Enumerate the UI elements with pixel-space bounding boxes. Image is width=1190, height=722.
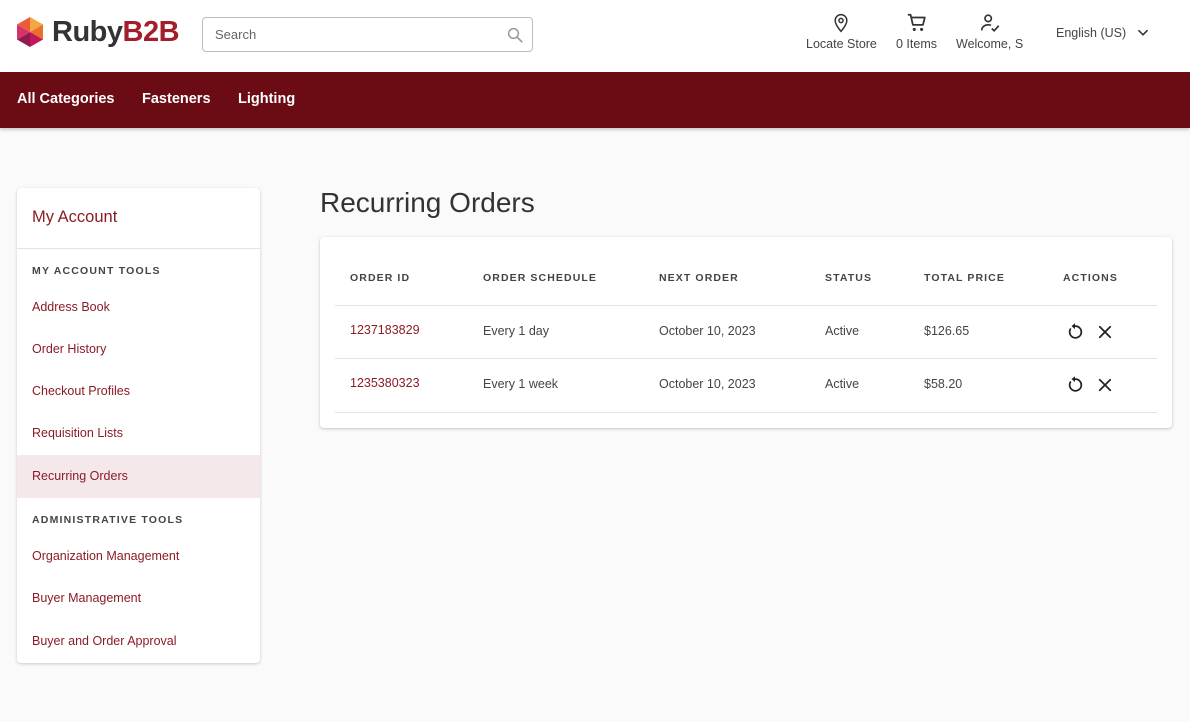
nav-all-categories[interactable]: All Categories (17, 91, 115, 107)
next-order-date: October 10, 2023 (659, 324, 756, 338)
category-nav: All Categories Fasteners Lighting (0, 72, 1190, 128)
cart-icon (907, 13, 926, 31)
col-header-actions: ACTIONS (1063, 272, 1118, 284)
reorder-button[interactable] (1063, 320, 1087, 344)
sidebar-item-buyer-order-approval[interactable]: Buyer and Order Approval (17, 620, 260, 662)
order-schedule: Every 1 day (483, 324, 550, 338)
welcome-label: Welcome, S (956, 37, 1024, 51)
logo-text: RubyB2B (52, 16, 180, 48)
recurring-orders-table: ORDER ID ORDER SCHEDULE NEXT ORDER STATU… (320, 237, 1172, 428)
search-icon[interactable] (506, 26, 524, 44)
search-input[interactable] (203, 18, 499, 51)
cart-button[interactable]: 0 Items (896, 12, 937, 51)
cart-count-label: 0 Items (896, 37, 937, 51)
location-pin-icon (834, 13, 849, 33)
refresh-icon (1068, 376, 1083, 392)
sidebar-section-account-tools: MY ACCOUNT TOOLS (32, 265, 161, 277)
cancel-order-button[interactable] (1093, 373, 1117, 397)
order-total: $126.65 (924, 324, 970, 338)
col-header-status: STATUS (825, 272, 873, 284)
close-icon (1098, 325, 1112, 339)
account-sidebar: My Account MY ACCOUNT TOOLS Address Book… (17, 188, 260, 663)
col-header-order-schedule: ORDER SCHEDULE (483, 272, 597, 284)
order-total: $58.20 (924, 377, 963, 391)
sidebar-item-checkout-profiles[interactable]: Checkout Profiles (17, 370, 260, 412)
order-id-link[interactable]: 1237183829 (350, 323, 420, 337)
locate-store-label: Locate Store (806, 37, 877, 51)
table-divider (335, 412, 1157, 413)
language-label: English (US) (1056, 26, 1127, 40)
locate-store-button[interactable]: Locate Store (806, 12, 877, 51)
refresh-icon (1068, 323, 1083, 339)
ruby-logo-icon (17, 17, 43, 47)
sidebar-item-order-history[interactable]: Order History (17, 328, 260, 370)
table-divider (335, 358, 1157, 359)
col-header-next-order: NEXT ORDER (659, 272, 739, 284)
site-header: RubyB2B Locate Store 0 Items Welcome, S … (0, 0, 1190, 72)
col-header-order-id: ORDER ID (350, 272, 411, 284)
sidebar-item-requisition-lists[interactable]: Requisition Lists (17, 412, 260, 454)
close-icon (1098, 378, 1112, 392)
search-box (202, 17, 533, 52)
order-schedule: Every 1 week (483, 377, 559, 391)
order-status: Active (825, 377, 860, 391)
chevron-down-icon (1138, 29, 1149, 36)
order-id-link[interactable]: 1235380323 (350, 376, 420, 390)
next-order-date: October 10, 2023 (659, 377, 756, 391)
order-status: Active (825, 324, 860, 338)
nav-lighting[interactable]: Lighting (238, 91, 295, 107)
nav-fasteners[interactable]: Fasteners (142, 91, 211, 107)
language-selector[interactable]: English (US) (1056, 26, 1150, 40)
sidebar-section-admin-tools: ADMINISTRATIVE TOOLS (32, 514, 184, 526)
col-header-total-price: TOTAL PRICE (924, 272, 1005, 284)
page-title: Recurring Orders (320, 187, 535, 218)
sidebar-title: My Account (32, 208, 118, 226)
sidebar-item-recurring-orders[interactable]: Recurring Orders (17, 455, 260, 498)
sidebar-item-organization-management[interactable]: Organization Management (17, 535, 260, 577)
user-check-icon (980, 14, 999, 33)
table-divider (335, 305, 1157, 306)
cancel-order-button[interactable] (1093, 320, 1117, 344)
logo[interactable]: RubyB2B (16, 16, 180, 48)
sidebar-divider (17, 248, 260, 249)
reorder-button[interactable] (1063, 373, 1087, 397)
sidebar-item-buyer-management[interactable]: Buyer Management (17, 577, 260, 619)
account-button[interactable]: Welcome, S (956, 12, 1023, 51)
sidebar-item-address-book[interactable]: Address Book (17, 286, 260, 328)
